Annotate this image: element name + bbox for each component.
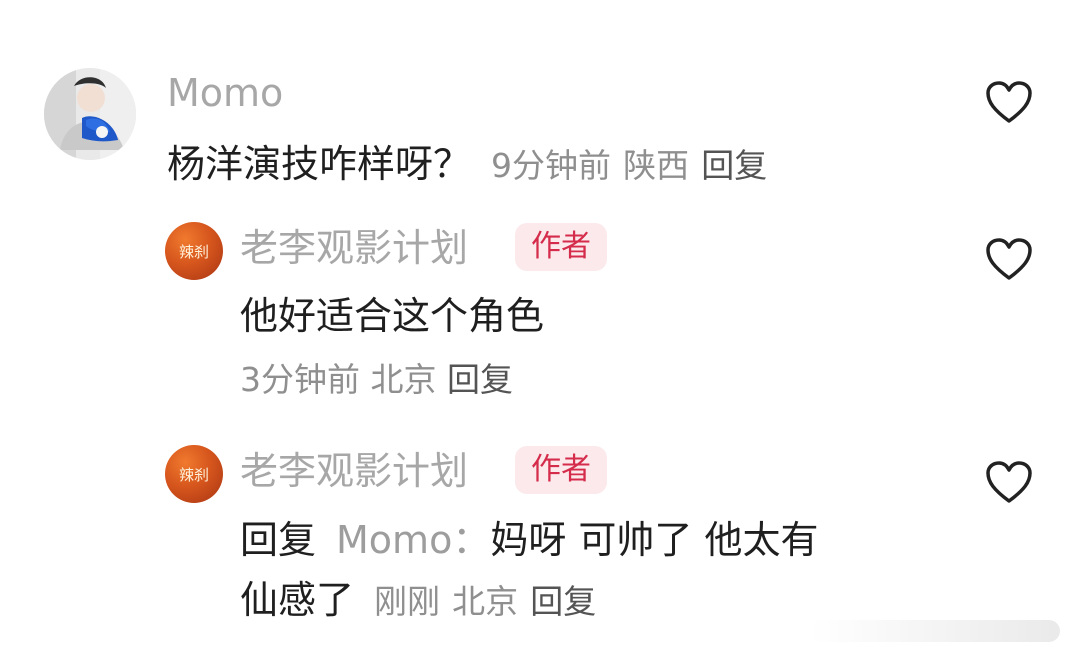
reply-text: 他好适合这个角色	[240, 294, 545, 338]
user-avatar-icon	[44, 68, 136, 160]
reply-text: 回复 Momo：妈呀 可帅了 他太有	[240, 518, 819, 562]
comment-time: 9分钟前	[491, 146, 612, 185]
heart-icon[interactable]	[984, 78, 1034, 128]
author-badge: 作者	[515, 446, 607, 494]
avatar-text: 辣刹	[179, 466, 209, 484]
reply-time: 3分钟前	[240, 360, 360, 399]
heart-icon[interactable]	[984, 458, 1034, 508]
reply-button[interactable]: 回复	[530, 582, 596, 621]
reply-prefix: 回复	[240, 518, 317, 562]
reply-text-line-2: 仙感了 刚刚 北京 回复	[240, 578, 596, 624]
reply-location: 北京	[452, 582, 519, 621]
mention-user[interactable]: Momo：	[336, 518, 490, 562]
author-badge: 作者	[515, 223, 607, 271]
reply-body-line-2: 仙感了	[240, 578, 355, 622]
comment-text: 杨洋演技咋样呀？ 9分钟前 陕西 回复	[167, 142, 767, 188]
author-avatar-icon: 辣刹	[179, 243, 209, 261]
comment-body: 杨洋演技咋样呀？	[167, 142, 472, 186]
author-avatar[interactable]: 辣刹	[165, 222, 223, 280]
reply-button[interactable]: 回复	[447, 360, 513, 399]
heart-icon[interactable]	[984, 235, 1034, 285]
reply-location: 北京	[370, 360, 437, 399]
scroll-fade	[810, 620, 1060, 642]
avatar[interactable]	[44, 68, 136, 160]
comment-location: 陕西	[623, 146, 690, 185]
reply-button[interactable]: 回复	[701, 146, 767, 185]
author-avatar-icon: 辣刹	[179, 466, 209, 484]
avatar-text: 辣刹	[179, 243, 209, 261]
reply-meta: 3分钟前 北京 回复	[240, 360, 513, 400]
username[interactable]: 老李观影计划	[240, 449, 468, 493]
reply-body-line-1: 妈呀 可帅了 他太有	[490, 518, 819, 562]
username[interactable]: Momo	[167, 71, 283, 115]
username[interactable]: 老李观影计划	[240, 226, 468, 270]
reply-time: 刚刚	[374, 582, 441, 621]
author-avatar[interactable]: 辣刹	[165, 445, 223, 503]
